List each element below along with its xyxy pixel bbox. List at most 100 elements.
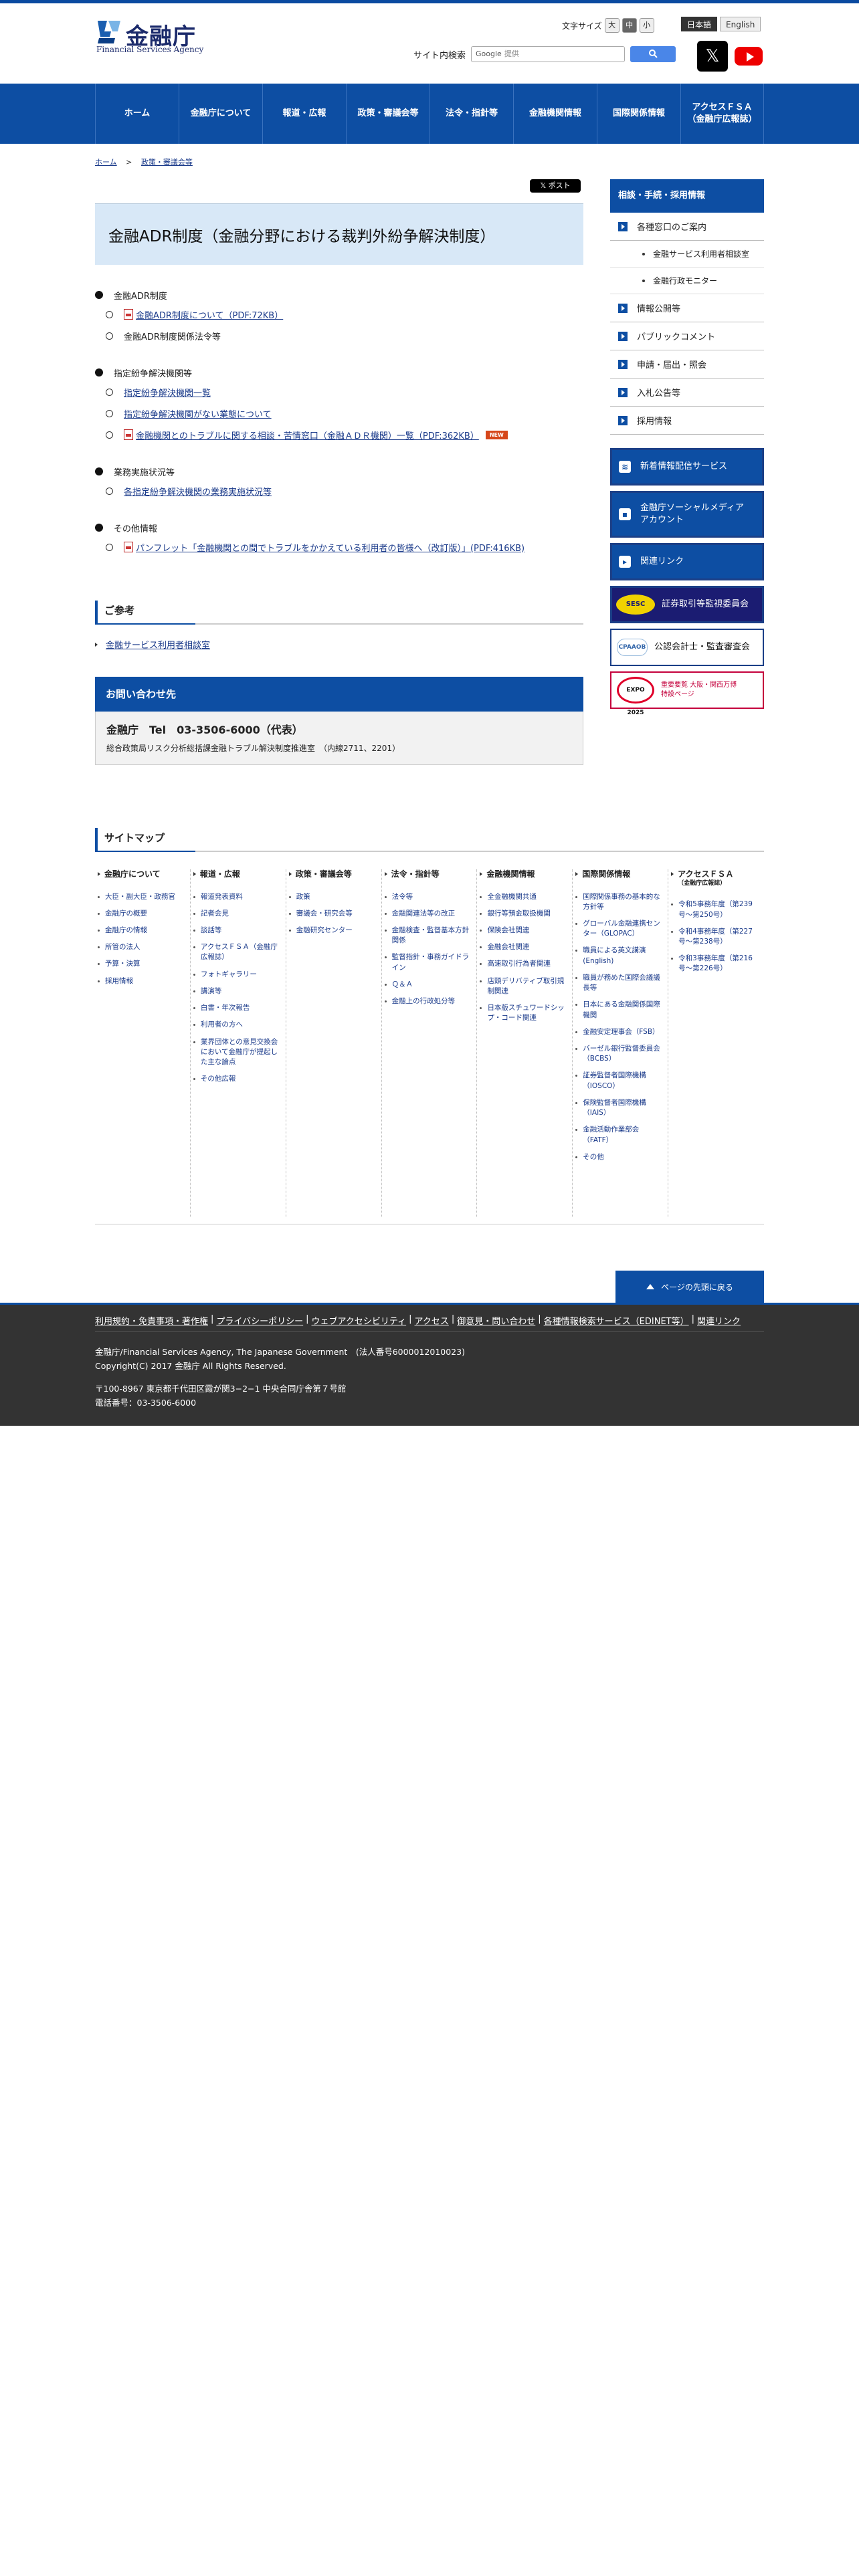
sidebar-item-recruit[interactable]: 採用情報 bbox=[610, 407, 764, 435]
gnav-home[interactable]: ホーム bbox=[95, 84, 179, 144]
sitemap-link[interactable]: その他 bbox=[575, 1152, 664, 1162]
lang-japanese-button[interactable]: 日本語 bbox=[681, 17, 718, 31]
sitemap-link[interactable]: 採用情報 bbox=[98, 976, 186, 986]
no-designated-link[interactable]: 指定紛争解決機関がない業態について bbox=[124, 407, 272, 420]
x-link[interactable]: 𝕏 bbox=[697, 41, 728, 72]
sitemap-column-title[interactable]: 金融庁について bbox=[98, 869, 186, 880]
sitemap-link[interactable]: 金融研究センター bbox=[288, 926, 377, 936]
expo-banner[interactable]: EXPO 2025 重要要覧 大阪・関西万博 特設ページ bbox=[610, 671, 764, 716]
sitemap-link[interactable]: 全金融機関共通 bbox=[480, 892, 568, 902]
x-post-button[interactable]: 𝕏 ポスト bbox=[530, 179, 581, 193]
sitemap-link[interactable]: 日本版スチュワードシップ・コード関連 bbox=[480, 1003, 568, 1023]
sitemap-column-title[interactable]: 政策・審議会等 bbox=[288, 869, 377, 880]
page-top-button[interactable]: ページの先頭に戻る bbox=[615, 1271, 764, 1303]
sitemap-link[interactable]: 日本にある金融関係国際機関 bbox=[575, 1000, 664, 1020]
consultation-office-link[interactable]: 金融サービス利用者相談室 bbox=[106, 638, 210, 651]
sitemap-link[interactable]: 所管の法人 bbox=[98, 942, 186, 952]
sitemap-link[interactable]: 審議会・研究会等 bbox=[288, 909, 377, 919]
sitemap-link[interactable]: 金融会社関連 bbox=[480, 942, 568, 952]
gnav-access-fsa[interactable]: アクセスＦＳＡ （金融庁広報誌） bbox=[680, 84, 764, 144]
text-size-small-button[interactable]: 小 bbox=[639, 18, 654, 33]
sidebar-item-tender[interactable]: 入札公告等 bbox=[610, 379, 764, 407]
lang-english-button[interactable]: English bbox=[720, 17, 761, 31]
sitemap-link[interactable]: 金融活動作業部会（FATF） bbox=[575, 1125, 664, 1145]
sitemap-link[interactable]: 店頭デリバティブ取引規制関連 bbox=[480, 976, 568, 996]
sitemap-link[interactable]: 職員が務めた国際会議議長等 bbox=[575, 973, 664, 993]
sitemap-column-title[interactable]: アクセスＦＳＡ （金融庁広報誌） bbox=[671, 869, 760, 887]
sitemap-link[interactable]: 金融検査・監督基本方針関係 bbox=[384, 926, 473, 946]
adr-overview-pdf-link[interactable]: 金融ADR制度について（PDF:72KB） bbox=[136, 308, 283, 321]
sidebar-heading[interactable]: 相談・手続・採用情報 bbox=[610, 179, 764, 213]
sidebar-item-public-comment[interactable]: パブリックコメント bbox=[610, 322, 764, 350]
footer-link[interactable]: 御意見・問い合わせ bbox=[457, 1314, 535, 1327]
gnav-policy[interactable]: 政策・審議会等 bbox=[346, 84, 430, 144]
sitemap-link[interactable]: 業界団体との意見交換会において金融庁が提起した主な論点 bbox=[193, 1037, 282, 1068]
footer-link[interactable]: アクセス bbox=[415, 1314, 449, 1327]
sitemap-link[interactable]: 記者会見 bbox=[193, 909, 282, 919]
sidebar-sub-consultation[interactable]: 金融サービス利用者相談室 bbox=[610, 241, 764, 267]
social-media-banner[interactable]: ▪ 金融庁ソーシャルメディア アカウント bbox=[610, 491, 764, 538]
sitemap-link[interactable]: 予算・決算 bbox=[98, 959, 186, 969]
status-link[interactable]: 各指定紛争解決機関の業務実施状況等 bbox=[124, 485, 272, 498]
related-links-banner[interactable]: ▸ 関連リンク bbox=[610, 543, 764, 580]
text-size-medium-button[interactable]: 中 bbox=[622, 18, 637, 33]
sidebar-item-application[interactable]: 申請・届出・照会 bbox=[610, 350, 764, 379]
sitemap-link[interactable]: 政策 bbox=[288, 892, 377, 902]
sitemap-column-title[interactable]: 金融機関情報 bbox=[480, 869, 568, 880]
news-service-banner[interactable]: ≋ 新着情報配信サービス bbox=[610, 448, 764, 486]
sitemap-column-title[interactable]: 報道・広報 bbox=[193, 869, 282, 880]
sitemap-link[interactable]: 銀行等預金取扱機関 bbox=[480, 909, 568, 919]
sesc-banner[interactable]: SESC 証券取引等監視委員会 bbox=[610, 586, 764, 623]
sitemap-link[interactable]: 国際関係事務の基本的な方針等 bbox=[575, 892, 664, 912]
sitemap-link[interactable]: 令和5事務年度（第239号〜第250号） bbox=[671, 899, 760, 920]
sitemap-link[interactable]: 白書・年次報告 bbox=[193, 1003, 282, 1013]
sidebar-item-contact-windows[interactable]: 各種窓口のご案内 bbox=[610, 213, 764, 241]
sitemap-link[interactable]: グローバル金融連携センター（GLOPAC） bbox=[575, 919, 664, 939]
sidebar-sub-monitor[interactable]: 金融行政モニター bbox=[610, 267, 764, 294]
sitemap-link[interactable]: Ｑ＆Ａ bbox=[384, 980, 473, 990]
breadcrumb-current-link[interactable]: 政策・審議会等 bbox=[141, 158, 193, 167]
footer-link[interactable]: プライバシーポリシー bbox=[216, 1314, 303, 1327]
gnav-international[interactable]: 国際関係情報 bbox=[597, 84, 680, 144]
sitemap-link[interactable]: 利用者の方へ bbox=[193, 1020, 282, 1030]
sitemap-link[interactable]: 報道発表資料 bbox=[193, 892, 282, 902]
youtube-link[interactable] bbox=[733, 41, 764, 72]
breadcrumb-home-link[interactable]: ホーム bbox=[95, 158, 117, 167]
sitemap-link[interactable]: 証券監督者国際機構（IOSCO） bbox=[575, 1071, 664, 1091]
gnav-laws[interactable]: 法令・指針等 bbox=[430, 84, 513, 144]
designated-list-link[interactable]: 指定紛争解決機関一覧 bbox=[124, 386, 211, 399]
sitemap-column-title[interactable]: 国際関係情報 bbox=[575, 869, 664, 880]
text-size-large-button[interactable]: 大 bbox=[604, 18, 619, 33]
sitemap-link[interactable]: 金融上の行政処分等 bbox=[384, 996, 473, 1006]
sitemap-link[interactable]: 金融関連法等の改正 bbox=[384, 909, 473, 919]
sitemap-link[interactable]: 金融庁の概要 bbox=[98, 909, 186, 919]
cpaaob-banner[interactable]: CPAAOB 公認会計士・監査審査会 bbox=[610, 629, 764, 666]
gnav-institutions[interactable]: 金融機関情報 bbox=[513, 84, 597, 144]
sitemap-link[interactable]: 高速取引行為者関連 bbox=[480, 959, 568, 969]
sitemap-link[interactable]: バーゼル銀行監督委員会（BCBS） bbox=[575, 1044, 664, 1064]
sitemap-link[interactable]: 法令等 bbox=[384, 892, 473, 902]
sitemap-link[interactable]: 令和3事務年度（第216号〜第226号） bbox=[671, 954, 760, 974]
sitemap-link[interactable]: その他広報 bbox=[193, 1074, 282, 1084]
footer-link[interactable]: 関連リンク bbox=[697, 1314, 741, 1327]
sitemap-link[interactable]: 講演等 bbox=[193, 986, 282, 996]
sitemap-link[interactable]: フォトギャラリー bbox=[193, 970, 282, 980]
sitemap-link[interactable]: 令和4事務年度（第227号〜第238号） bbox=[671, 927, 760, 947]
footer-link[interactable]: ウェブアクセシビリティ bbox=[312, 1314, 407, 1327]
search-button[interactable] bbox=[630, 46, 676, 62]
pamphlet-pdf-link[interactable]: パンフレット「金融機関との間でトラブルをかかえている利用者の皆様へ（改訂版）」(… bbox=[136, 541, 524, 554]
sitemap-column-title[interactable]: 法令・指針等 bbox=[384, 869, 473, 880]
gnav-about[interactable]: 金融庁について bbox=[179, 84, 262, 144]
search-input[interactable]: Google 提供 bbox=[471, 46, 626, 62]
site-logo[interactable]: 金融庁 Financial Services Agency bbox=[95, 17, 209, 57]
adr-contact-list-pdf-link[interactable]: 金融機関とのトラブルに関する相談・苦情窓口（金融ＡＤＲ機関）一覧（PDF:362… bbox=[136, 429, 479, 441]
sitemap-link[interactable]: 大臣・副大臣・政務官 bbox=[98, 892, 186, 902]
gnav-press[interactable]: 報道・広報 bbox=[262, 84, 346, 144]
footer-link[interactable]: 各種情報検索サービス（EDINET等） bbox=[544, 1314, 689, 1327]
sidebar-item-disclosure[interactable]: 情報公開等 bbox=[610, 294, 764, 322]
sitemap-link[interactable]: アクセスＦＳＡ（金融庁広報誌） bbox=[193, 942, 282, 962]
sitemap-link[interactable]: 金融安定理事会（FSB） bbox=[575, 1027, 664, 1037]
sitemap-link[interactable]: 談話等 bbox=[193, 926, 282, 936]
sitemap-link[interactable]: 保険監督者国際機構（IAIS） bbox=[575, 1098, 664, 1118]
sitemap-link[interactable]: 職員による英文講演(English) bbox=[575, 946, 664, 966]
